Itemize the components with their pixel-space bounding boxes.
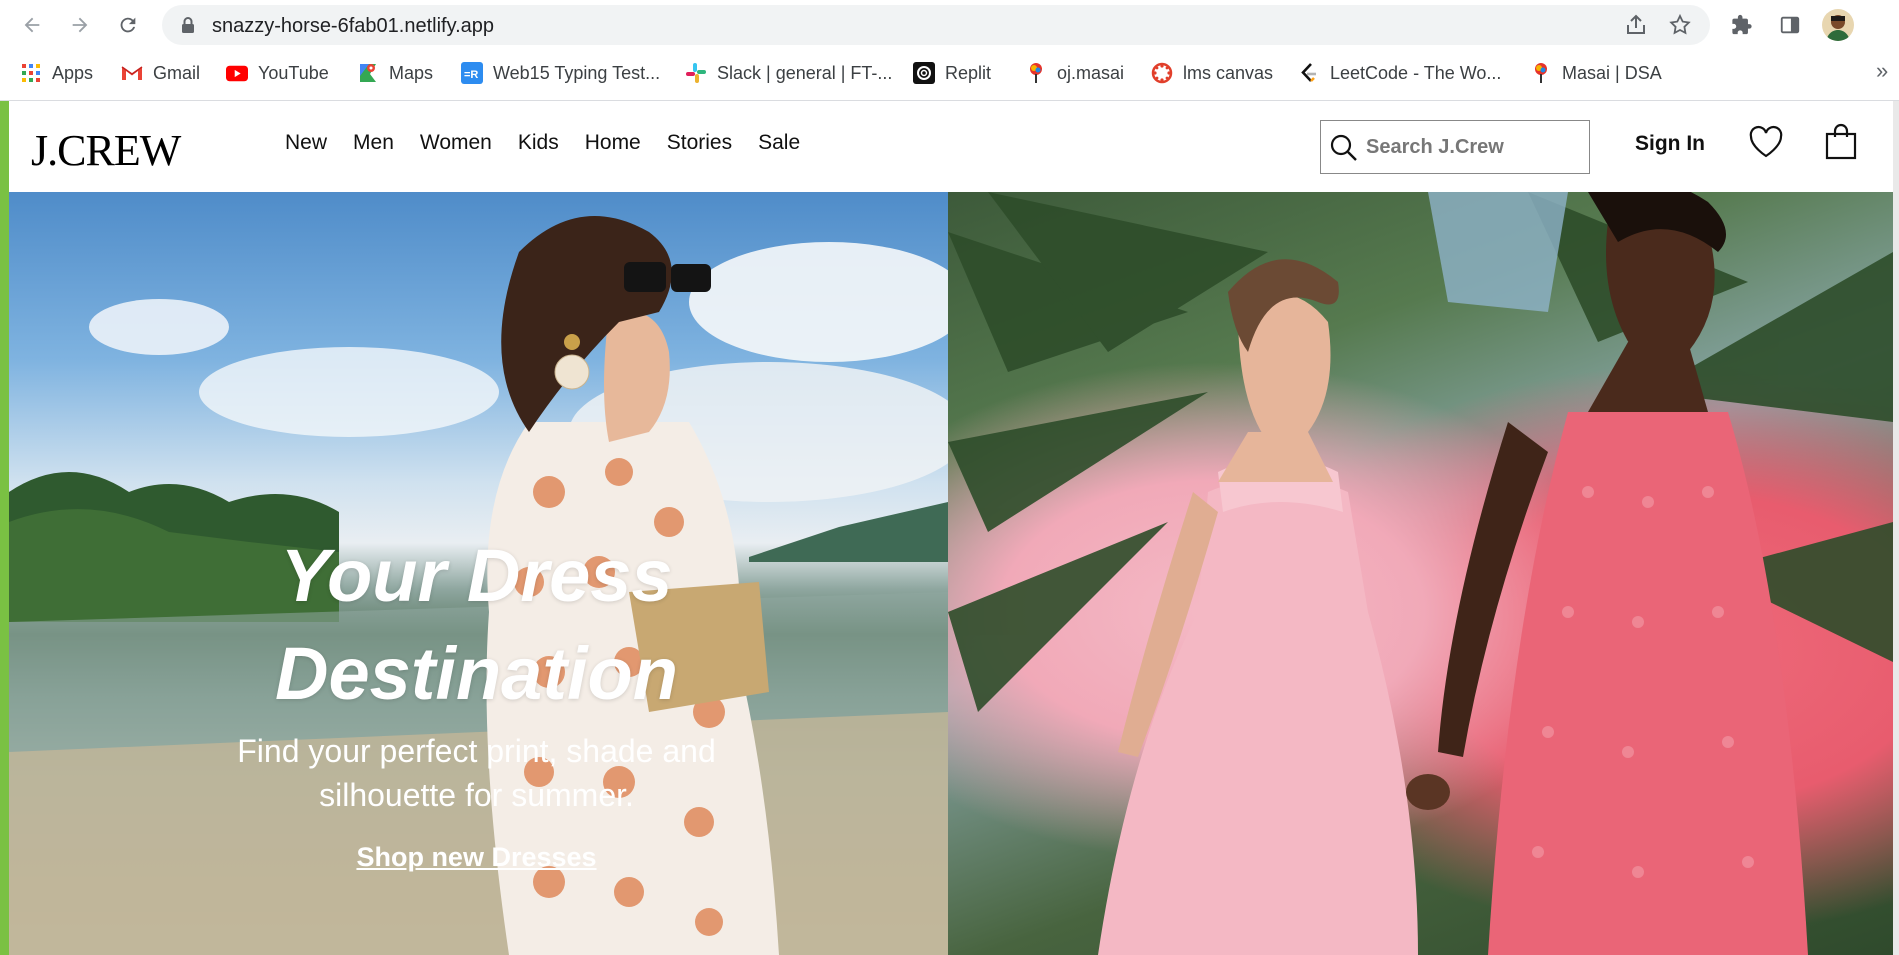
nav-sale[interactable]: Sale	[758, 131, 800, 155]
replit-icon	[913, 62, 935, 84]
palm-models-illustration	[948, 192, 1893, 955]
bookmark-label: LeetCode - The Wo...	[1330, 62, 1502, 83]
hero-title-line2: Destination	[275, 632, 678, 715]
bookmark-label: Maps	[389, 62, 434, 83]
lock-icon	[182, 17, 194, 33]
bookmark-oj-masai[interactable]: oj.masai	[1025, 62, 1124, 84]
shop-dresses-link[interactable]: Shop new Dresses	[279, 842, 674, 873]
arrow-right-icon	[72, 17, 88, 33]
gmail-icon	[121, 62, 143, 84]
hero-title: Your Dress Destination	[189, 527, 764, 723]
address-bar[interactable]: snazzy-horse-6fab01.netlify.app	[162, 5, 1710, 45]
side-panel-icon	[1780, 16, 1800, 34]
bookmark-gmail[interactable]: Gmail	[121, 62, 200, 84]
bookmark-star-icon[interactable]	[1668, 13, 1692, 37]
nav-new[interactable]: New	[285, 131, 327, 155]
site-header: J.CREW New Men Women Kids Home Stories S…	[9, 101, 1893, 192]
reload-button[interactable]	[112, 9, 144, 41]
arrow-left-icon	[24, 17, 40, 33]
bookmark-apps[interactable]: Apps	[20, 62, 93, 84]
leetcode-icon	[1298, 62, 1320, 84]
heart-icon[interactable]	[1748, 125, 1784, 159]
nav-men[interactable]: Men	[353, 131, 394, 155]
bookmark-label: Replit	[945, 62, 992, 83]
browser-chrome: snazzy-horse-6fab01.netlify.app Apps Gma…	[0, 0, 1899, 101]
bookmark-web15[interactable]: =R Web15 Typing Test...	[461, 62, 660, 84]
main-navigation: New Men Women Kids Home Stories Sale	[285, 131, 826, 155]
hero-subtitle-line1: Find your perfect print, shade and	[237, 733, 716, 769]
hero-subtitle: Find your perfect print, shade and silho…	[199, 729, 754, 817]
bookmark-label: oj.masai	[1057, 62, 1125, 83]
bookmark-maps[interactable]: Maps	[357, 62, 433, 84]
browser-toolbar: snazzy-horse-6fab01.netlify.app	[0, 0, 1899, 50]
url-text: snazzy-horse-6fab01.netlify.app	[212, 15, 495, 37]
bookmark-masai-dsa[interactable]: Masai | DSA	[1530, 62, 1662, 84]
nav-home[interactable]: Home	[585, 131, 641, 155]
shopping-bag-icon[interactable]	[1824, 123, 1858, 161]
search-input[interactable]	[1366, 131, 1576, 163]
web15-icon: =R	[461, 62, 483, 84]
maps-icon	[357, 62, 379, 84]
search-box[interactable]	[1320, 120, 1590, 174]
bookmark-label: Slack | general | FT-...	[717, 62, 893, 83]
hero-subtitle-line2: silhouette for summer.	[319, 777, 634, 813]
more-bookmarks-button[interactable]: »	[1876, 58, 1888, 84]
forward-button[interactable]	[64, 9, 96, 41]
bookmark-replit[interactable]: Replit	[913, 62, 991, 84]
hero-image-palms	[948, 192, 1893, 955]
hero-banner: Your Dress Destination Find your perfect…	[9, 192, 1893, 955]
hero-title-line1: Your Dress	[280, 534, 673, 617]
bookmarks-bar: Apps Gmail YouTube Maps =R Web15 Typing …	[0, 52, 1899, 92]
bookmark-label: Gmail	[153, 62, 201, 83]
reload-icon	[120, 17, 136, 33]
side-panel-button[interactable]	[1774, 9, 1806, 41]
nav-kids[interactable]: Kids	[518, 131, 559, 155]
bookmark-label: Apps	[52, 62, 94, 83]
scrollbar[interactable]	[1893, 101, 1899, 955]
svg-text:=R: =R	[464, 69, 478, 81]
web-page: J.CREW New Men Women Kids Home Stories S…	[0, 101, 1899, 955]
bookmark-slack[interactable]: Slack | general | FT-...	[685, 62, 892, 84]
masai-icon	[1025, 62, 1047, 84]
jcrew-logo[interactable]: J.CREW	[31, 125, 181, 176]
bookmark-lms-canvas[interactable]: lms canvas	[1151, 62, 1273, 84]
avatar-icon	[1826, 15, 1850, 41]
extensions-button[interactable]	[1726, 9, 1758, 41]
puzzle-icon	[1732, 14, 1752, 35]
bookmark-youtube[interactable]: YouTube	[226, 62, 329, 84]
profile-avatar[interactable]	[1822, 9, 1854, 41]
youtube-icon	[226, 62, 248, 84]
back-button[interactable]	[16, 9, 48, 41]
bookmark-label: Masai | DSA	[1562, 62, 1662, 83]
share-icon[interactable]	[1624, 13, 1648, 37]
canvas-icon	[1151, 62, 1173, 84]
bookmark-label: YouTube	[258, 62, 329, 83]
left-edge-accent	[0, 101, 9, 955]
slack-icon	[685, 62, 707, 84]
search-icon	[1330, 134, 1357, 161]
bookmark-label: lms canvas	[1183, 62, 1274, 83]
bookmark-leetcode[interactable]: LeetCode - The Wo...	[1298, 62, 1501, 84]
nav-women[interactable]: Women	[420, 131, 492, 155]
nav-stories[interactable]: Stories	[667, 131, 732, 155]
sign-in-link[interactable]: Sign In	[1635, 132, 1705, 156]
masai-icon	[1530, 62, 1552, 84]
apps-grid-icon	[20, 62, 42, 84]
bookmark-label: Web15 Typing Test...	[493, 62, 661, 83]
